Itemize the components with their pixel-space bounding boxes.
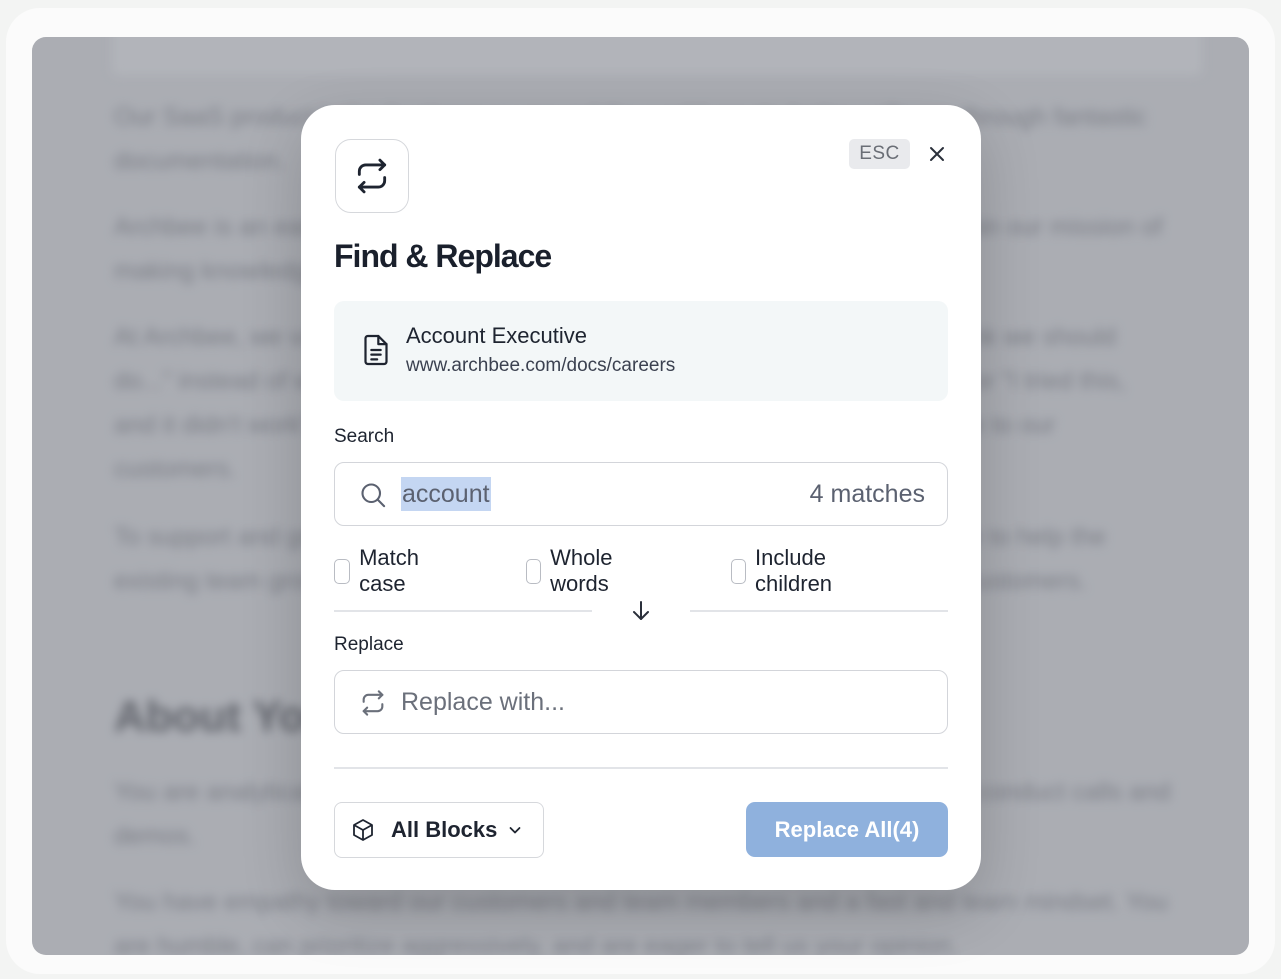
checkbox-label: Include children	[755, 545, 833, 596]
close-icon[interactable]	[925, 142, 949, 166]
esc-shortcut-badge: ESC	[849, 139, 910, 169]
footer-divider	[334, 767, 948, 769]
match-case-checkbox[interactable]: Match case	[334, 545, 428, 597]
search-icon	[359, 481, 387, 514]
target-document-card: Account Executive www.archbee.com/docs/c…	[334, 301, 948, 401]
match-count: 4 matches	[809, 480, 925, 508]
search-label: Search	[334, 426, 395, 447]
include-children-checkbox[interactable]: Include children	[731, 545, 842, 597]
chevron-down-icon	[507, 822, 523, 838]
checkbox-label: Whole words	[550, 545, 613, 596]
document-icon	[362, 333, 390, 372]
block-scope-select[interactable]: All Blocks	[334, 802, 544, 858]
checkbox-label: Match case	[359, 545, 419, 596]
find-replace-dialog: ESC Find & Replace Account Executive www…	[301, 105, 981, 890]
document-title: Account Executive	[406, 323, 587, 348]
checkbox-box[interactable]	[731, 558, 746, 584]
replace-icon	[335, 139, 409, 213]
replace-all-button[interactable]: Replace All(4)	[746, 802, 948, 857]
checkbox-box[interactable]	[334, 558, 351, 584]
search-query-text: account	[401, 477, 491, 511]
replace-input[interactable]: Replace with...	[334, 670, 948, 734]
block-scope-label: All Blocks	[391, 817, 498, 842]
document-url: www.archbee.com/docs/careers	[406, 355, 676, 376]
checkbox-box[interactable]	[526, 558, 542, 584]
replace-placeholder: Replace with...	[401, 688, 565, 716]
cube-icon	[351, 818, 375, 842]
arrow-down-icon	[629, 599, 653, 628]
whole-words-checkbox[interactable]: Whole words	[526, 545, 622, 597]
divider-left	[334, 610, 592, 612]
replace-icon	[359, 689, 387, 722]
divider-right	[690, 610, 948, 612]
dialog-title: Find & Replace	[334, 238, 552, 274]
search-input[interactable]: account 4 matches	[334, 462, 948, 526]
replace-label: Replace	[334, 634, 404, 655]
